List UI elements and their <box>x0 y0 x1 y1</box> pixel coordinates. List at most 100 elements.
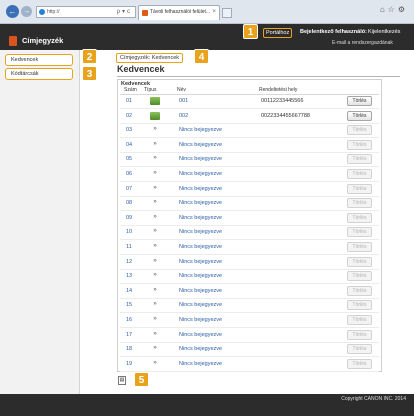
table-row: 16 » Nincs bejegyezve Törlés <box>120 314 379 328</box>
portal-link[interactable]: Portálhoz <box>263 28 293 38</box>
entry-number-link[interactable]: 06 <box>126 171 132 177</box>
favicon-icon <box>142 10 148 16</box>
entry-number-link[interactable]: 15 <box>126 302 132 308</box>
column-header-type: Típus <box>144 87 157 93</box>
entry-number-link[interactable]: 10 <box>126 229 132 235</box>
chevron-icon: » <box>153 272 157 279</box>
login-user-label: Bejelentkező felhasználó: <box>300 29 367 35</box>
browser-tools-icons[interactable]: ⌂☆⚙ <box>380 5 408 14</box>
entry-number-link[interactable]: 02 <box>126 113 132 119</box>
chevron-icon: » <box>153 345 157 352</box>
breadcrumb[interactable]: Címjegyzék: Kedvencek <box>116 53 183 63</box>
table-row: 13 » Nincs bejegyezve Törlés <box>120 270 379 285</box>
logout-link[interactable]: Kijelentkezés <box>368 29 400 35</box>
column-header-name: Név <box>177 87 186 93</box>
entry-number-link[interactable]: 13 <box>126 273 132 279</box>
browser-chrome: ← → http:// ρ▾c Távoli felhasználói felü… <box>0 0 414 24</box>
table-row: 12 » Nincs bejegyezve Törlés <box>120 256 379 270</box>
chevron-icon: » <box>153 184 157 191</box>
delete-button[interactable]: Törlés <box>347 96 372 106</box>
table-row: 07 » Nincs bejegyezve Törlés <box>120 183 379 197</box>
entry-name-link[interactable]: Nincs bejegyezve <box>179 332 222 338</box>
entry-number-link[interactable]: 17 <box>126 332 132 338</box>
delete-button: Törlés <box>347 344 372 355</box>
entry-number-link[interactable]: 14 <box>126 288 132 294</box>
entry-name-link[interactable]: 002 <box>179 113 188 119</box>
entry-number-link[interactable]: 16 <box>126 317 132 323</box>
entry-name-link[interactable]: Nincs bejegyezve <box>179 171 222 177</box>
delete-button: Törlés <box>347 242 372 252</box>
entry-name-link[interactable]: Nincs bejegyezve <box>179 215 222 221</box>
email-admin-link[interactable]: E-mail a rendszergazdának <box>332 40 393 46</box>
table-row: 10 » Nincs bejegyezve Törlés <box>120 226 379 241</box>
table-row: 01 001 00112233445566 Törlés <box>120 95 379 109</box>
entry-name-link[interactable]: Nincs bejegyezve <box>179 229 222 235</box>
entry-number-link[interactable]: 07 <box>126 186 132 192</box>
entry-name-link[interactable]: Nincs bejegyezve <box>179 156 222 162</box>
address-bar[interactable]: http:// ρ▾c <box>36 6 136 18</box>
table-row: 11 » Nincs bejegyezve Törlés <box>120 241 379 255</box>
chevron-icon: » <box>153 243 157 249</box>
table-row: 02 002 0022334455667788 Törlés <box>120 110 379 124</box>
sidebar-item-coded-dial[interactable]: Kódtárcsák <box>5 68 73 80</box>
entry-number-link[interactable]: 12 <box>126 259 132 265</box>
new-tab-button[interactable] <box>222 8 232 18</box>
entry-number-link[interactable]: 09 <box>126 215 132 221</box>
entry-number-link[interactable]: 19 <box>126 361 132 367</box>
entry-name-link[interactable]: Nincs bejegyezve <box>179 127 222 133</box>
entry-name-link[interactable]: 001 <box>179 98 188 104</box>
entry-number-link[interactable]: 08 <box>126 200 132 206</box>
chevron-icon: » <box>153 316 157 322</box>
entry-number-link[interactable]: 18 <box>126 346 132 352</box>
entry-name-link[interactable]: Nincs bejegyezve <box>179 288 222 294</box>
entry-number-link[interactable]: 04 <box>126 142 132 148</box>
chevron-icon: » <box>153 257 157 264</box>
favorites-panel: Kedvencek Szám Típus Név Rendeltetési he… <box>117 79 382 372</box>
chevron-icon: » <box>153 286 157 293</box>
delete-button[interactable]: Törlés <box>347 110 372 121</box>
sidebar-item-favorites[interactable]: Kedvencek <box>5 54 73 66</box>
forward-button[interactable]: → <box>21 6 32 17</box>
entry-name-link[interactable]: Nincs bejegyezve <box>179 259 222 265</box>
entry-name-link[interactable]: Nincs bejegyezve <box>179 302 222 308</box>
delete-button: Törlés <box>347 212 372 223</box>
page-list-icon[interactable]: ▤ <box>118 376 126 385</box>
delete-button: Törlés <box>347 227 372 238</box>
delete-button: Törlés <box>347 125 372 136</box>
entry-name-link[interactable]: Nincs bejegyezve <box>179 317 222 323</box>
table-row: 03 » Nincs bejegyezve Törlés <box>120 124 379 139</box>
entry-number-link[interactable]: 01 <box>126 98 132 104</box>
entry-destination: 0022334455667788 <box>261 112 310 119</box>
tab-close-icon[interactable]: × <box>212 6 216 19</box>
entry-name-link[interactable]: Nincs bejegyezve <box>179 273 222 279</box>
chevron-icon: » <box>153 170 157 176</box>
callout-badge-2: 2 <box>82 49 97 64</box>
chevron-icon: » <box>153 155 157 162</box>
footer: Copyright CANON INC. 2014 <box>0 394 414 416</box>
entry-name-link[interactable]: Nincs bejegyezve <box>179 142 222 148</box>
table-row: 05 » Nincs bejegyezve Törlés <box>120 153 379 168</box>
title-divider <box>117 76 400 77</box>
table-row: 04 » Nincs bejegyezve Törlés <box>120 139 379 153</box>
entry-number-link[interactable]: 11 <box>126 244 132 250</box>
delete-button: Törlés <box>347 300 372 311</box>
callout-badge-3: 3 <box>82 66 97 81</box>
browser-tab[interactable]: Távoli felhasználói felület... × <box>138 5 220 20</box>
address-tools-icon[interactable]: ρ▾c <box>117 7 132 17</box>
entry-name-link[interactable]: Nincs bejegyezve <box>179 346 222 352</box>
back-button[interactable]: ← <box>6 5 19 18</box>
entry-name-link[interactable]: Nincs bejegyezve <box>179 186 222 192</box>
table-row: 06 » Nincs bejegyezve Törlés <box>120 168 379 182</box>
entry-number-link[interactable]: 05 <box>126 156 132 162</box>
entry-number-link[interactable]: 03 <box>126 127 132 133</box>
table-row: 14 » Nincs bejegyezve Törlés <box>120 285 379 299</box>
table-row: 09 » Nincs bejegyezve Törlés <box>120 212 379 226</box>
table-row: 19 » Nincs bejegyezve Törlés <box>120 358 379 372</box>
entry-name-link[interactable]: Nincs bejegyezve <box>179 200 222 206</box>
browser-icon <box>39 9 45 15</box>
address-entry-icon <box>150 111 160 120</box>
address-book-icon <box>9 36 17 46</box>
entry-name-link[interactable]: Nincs bejegyezve <box>179 244 222 250</box>
app-title: Címjegyzék <box>22 36 64 45</box>
entry-name-link[interactable]: Nincs bejegyezve <box>179 361 222 367</box>
